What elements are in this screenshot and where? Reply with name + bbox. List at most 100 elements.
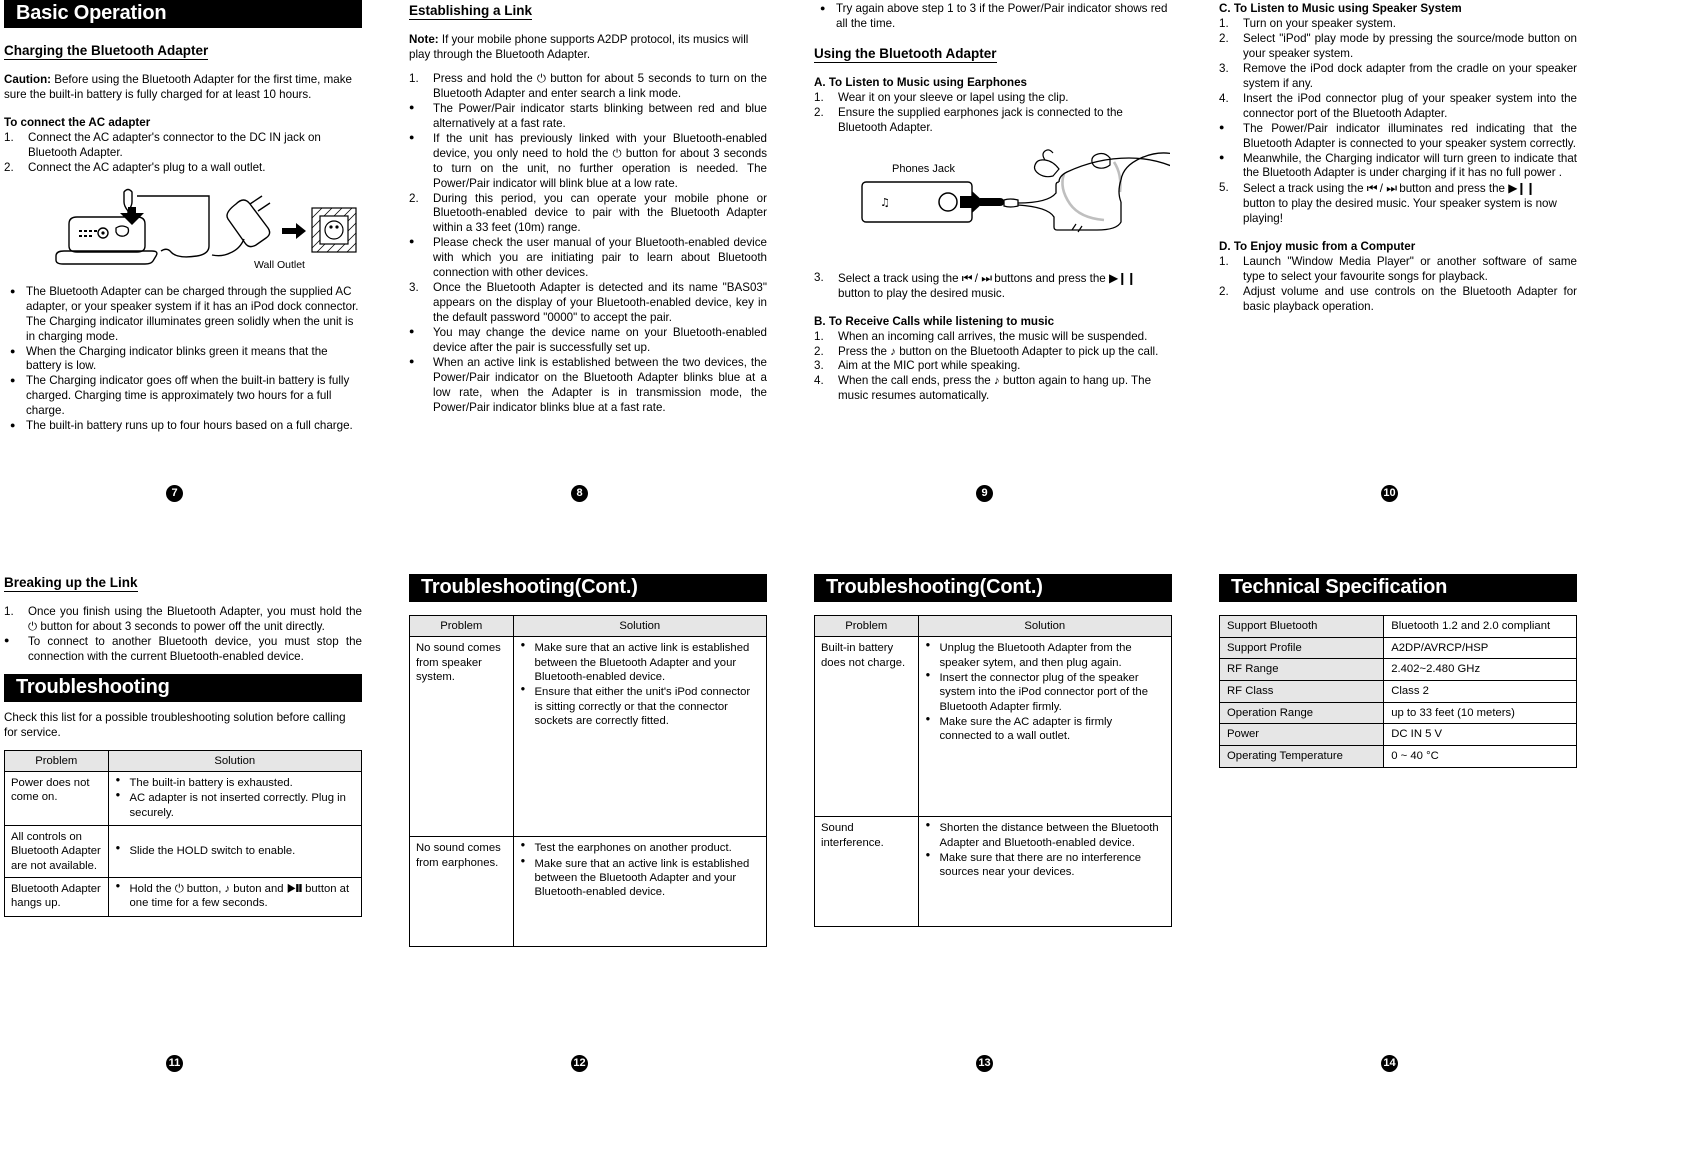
section-c-title: C. To Listen to Music using Speaker Syst… <box>1219 2 1462 15</box>
item-text: If the unit has previously linked with y… <box>433 131 767 190</box>
item-text: To connect to another Bluetooth device, … <box>28 634 362 663</box>
page-7-caution: Caution: Before using the Bluetooth Adap… <box>4 73 362 103</box>
play-pause-icon: ▶❙❙ <box>1508 181 1535 196</box>
note-text: If your mobile phone supports A2DP proto… <box>409 33 749 61</box>
wall-outlet-label: Wall Outlet <box>254 259 305 271</box>
phones-jack-label: Phones Jack <box>892 163 955 175</box>
connect-ac-heading: To connect the AC adapter <box>4 115 151 129</box>
item-marker: 3. <box>814 359 824 373</box>
table-row: Sound interference. Shorten the distance… <box>814 816 1173 928</box>
table-row: Support Bluetooth Bluetooth 1.2 and 2.0 … <box>1218 615 1577 638</box>
note-text: Try again above step 1 to 3 if the Power… <box>836 2 1168 30</box>
item-text: Once the Bluetooth Adapter is detected a… <box>433 281 767 325</box>
page-number: 14 <box>1381 1055 1398 1072</box>
item-text: Press and hold the ⏻ button for about 5 … <box>433 71 767 100</box>
bullet-icon: ● <box>820 3 826 13</box>
col-header-solution: Solution <box>107 749 363 773</box>
item-text: You may change the device name on your B… <box>433 326 767 355</box>
item-text: Select "iPod" play mode by pressing the … <box>1243 31 1577 60</box>
step3-post: button to play the desired music. <box>838 286 1005 300</box>
item-marker: 1. <box>1219 255 1229 269</box>
page-11-banner: Troubleshooting <box>4 673 362 702</box>
list-item: 1. Connect the AC adapter's connector to … <box>4 131 362 161</box>
col-header-problem: Problem <box>814 614 919 638</box>
page-13-banner: Troubleshooting(Cont.) <box>814 574 1172 602</box>
bullet-icon: ● <box>4 634 10 645</box>
page-7-subhead: Charging the Bluetooth Adapter <box>4 43 209 60</box>
item-text: Aim at the MIC port while speaking. <box>838 359 1021 373</box>
list-item: ● The Power/Pair indicator illuminates re… <box>1219 122 1577 152</box>
spec-key: Power <box>1218 723 1385 747</box>
solution-cell: Slide the HOLD switch to enable. <box>107 825 363 879</box>
page-number: 10 <box>1381 485 1398 502</box>
list-item: 1. Wear it on your sleeve or lapel using … <box>814 91 1172 106</box>
next-track-icon: ⏭ <box>1386 181 1397 196</box>
table-header-row: Problem Solution <box>814 614 1173 638</box>
slash: / <box>971 271 982 285</box>
item-text: Wear it on your sleeve or lapel using th… <box>838 90 1069 104</box>
note-extra-text: The Charging indicator illuminates green… <box>26 314 354 343</box>
list-item: 5. Select a track using the ⏮ / ⏭ button … <box>1219 181 1577 227</box>
bullet-icon: ● <box>10 285 16 296</box>
list-item: 1. Press and hold the ⏻ button for about … <box>409 72 767 102</box>
list-item: 2. Press the ♪ button on the Bluetooth Ad… <box>814 345 1172 360</box>
step-text: Connect the AC adapter's plug to a wall … <box>28 160 266 174</box>
page-8-items: 1. Press and hold the ⏻ button for about … <box>409 72 767 416</box>
spec-key: Support Bluetooth <box>1218 615 1385 638</box>
item-marker: 2. <box>814 105 824 119</box>
note-text: When the Charging indicator blinks green… <box>26 344 328 373</box>
list-item: 3. Aim at the MIC port while speaking. <box>814 359 1172 374</box>
solution-item: Unplug the Bluetooth Adapter from the sp… <box>925 640 1165 670</box>
page-number: 8 <box>571 485 588 502</box>
bullet-icon: ● <box>1219 121 1225 132</box>
svg-text:♫: ♫ <box>880 196 890 209</box>
prev-track-icon: ⏮ <box>1366 181 1378 196</box>
page-9-top-note: ● Try again above step 1 to 3 if the Powe… <box>814 2 1172 32</box>
step5-pre: Select a track using the <box>1243 182 1367 196</box>
item-text: The Power/Pair indicator starts blinking… <box>433 101 767 130</box>
page-number: 9 <box>976 485 993 502</box>
problem-cell: Sound interference. <box>814 816 919 928</box>
solution-item: Make sure the AC adapter is firmly conne… <box>925 714 1165 744</box>
bullet-icon: ● <box>409 356 415 367</box>
list-item: 2. Adjust volume and use controls on the … <box>1219 285 1577 315</box>
page-14: Technical Specification Support Bluetoot… <box>1218 570 1577 768</box>
item-text: The Power/Pair indicator illuminates red… <box>1243 121 1577 150</box>
problem-cell: No sound comes from speaker system. <box>409 636 514 838</box>
solution-cell: Hold the ⏻ button, ♪ buton and ▶❙❙ butto… <box>107 877 363 917</box>
spec-value: up to 33 feet (10 meters) <box>1383 701 1577 725</box>
slash: / <box>1376 182 1387 196</box>
page-13: Troubleshooting(Cont.) Problem Solution … <box>814 570 1173 928</box>
spec-key: Operation Range <box>1218 701 1385 725</box>
problem-cell: All controls on Bluetooth Adapter are no… <box>4 825 109 879</box>
item-marker: 2. <box>1219 285 1229 299</box>
problem-cell: Bluetooth Adapter hangs up. <box>4 877 109 917</box>
page-8: Establishing a Link Note: If your mobile… <box>409 0 767 416</box>
phones-jack-diagram: Phones Jack ♫ <box>861 148 1188 233</box>
step3-pre: Select a track using the <box>838 271 962 285</box>
troubleshoot-intro: Check this list for a possible troublesh… <box>4 710 346 739</box>
item-marker: 4. <box>1219 91 1229 105</box>
solution-item: Shorten the distance between the Bluetoo… <box>925 820 1165 850</box>
item-marker: 3. <box>814 270 824 284</box>
caution-label: Caution: <box>4 73 52 86</box>
item-text: Meanwhile, the Charging indicator will t… <box>1243 151 1577 180</box>
ac-adapter-figure: Wall Outlet <box>4 184 362 281</box>
note-label: Note: <box>409 33 439 46</box>
page-number: 12 <box>571 1055 588 1072</box>
solution-item: Make sure that an active link is establi… <box>520 856 760 900</box>
item-marker: 2. <box>1219 31 1229 45</box>
item-marker: 3. <box>1219 61 1229 75</box>
col-header-solution: Solution <box>917 614 1173 638</box>
section-a-title: A. To Listen to Music using Earphones <box>814 75 1027 89</box>
earphones-figure: Phones Jack ♫ <box>814 144 1188 267</box>
item-marker: 3. <box>409 281 419 295</box>
item-text: When the call ends, press the ♪ button a… <box>838 374 1152 403</box>
technical-specification-table: Support Bluetooth Bluetooth 1.2 and 2.0 … <box>1218 615 1577 768</box>
prev-track-icon: ⏮ <box>961 270 973 285</box>
solution-cell: Make sure that an active link is establi… <box>512 636 768 838</box>
page-7-steps: 1. Connect the AC adapter's connector to … <box>4 131 362 176</box>
item-marker: 2. <box>814 344 824 358</box>
next-track-icon: ⏭ <box>981 270 992 285</box>
page-11-items: 1. Once you finish using the Bluetooth Ad… <box>4 605 362 665</box>
